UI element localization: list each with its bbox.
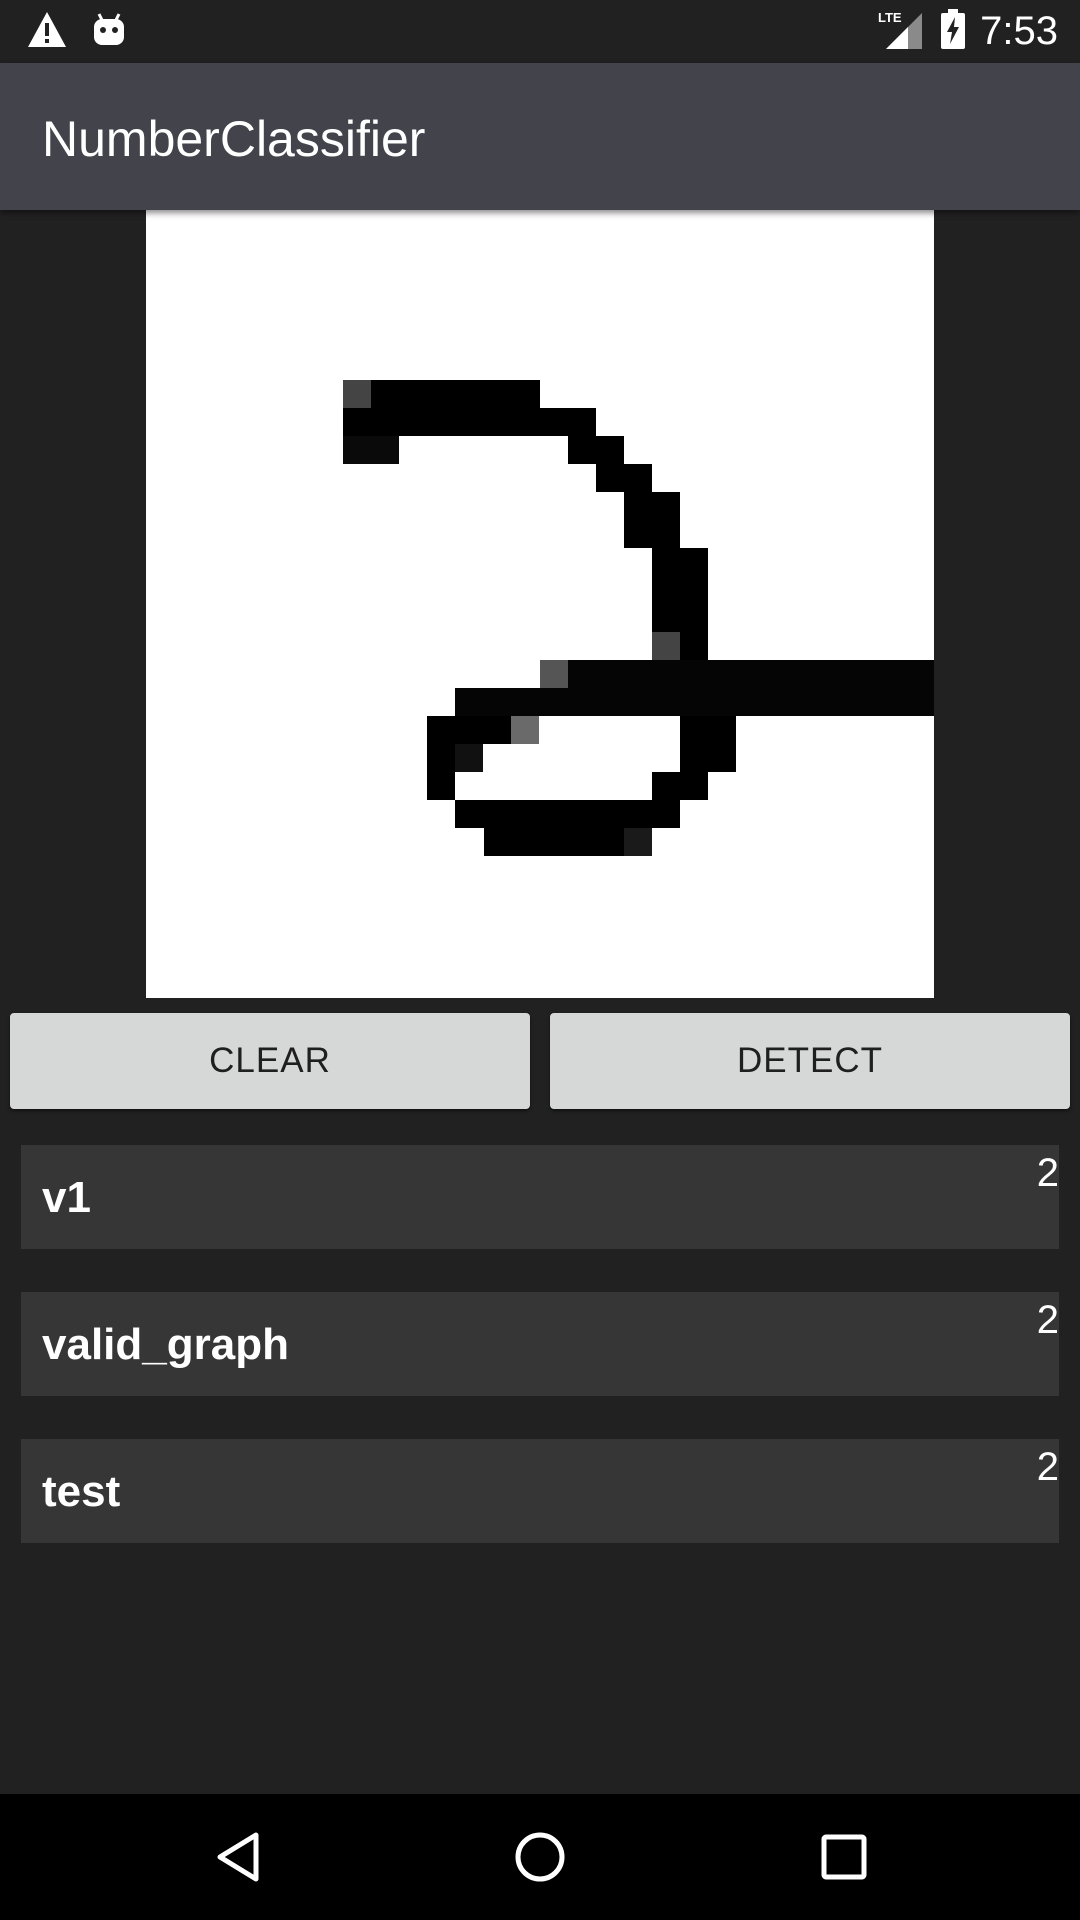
drawing-canvas[interactable] <box>146 210 934 998</box>
handwritten-digit-drawing <box>343 380 934 856</box>
status-bar: LTE 7:53 <box>0 0 1080 63</box>
app-bar: NumberClassifier <box>0 63 1080 210</box>
clear-button[interactable]: CLEAR <box>10 1013 530 1109</box>
action-buttons: CLEAR DETECT <box>10 1013 1070 1109</box>
signal-lte-icon: LTE <box>878 9 926 54</box>
android-icon <box>92 12 126 53</box>
recent-apps-icon[interactable] <box>814 1827 874 1887</box>
back-icon[interactable] <box>210 1827 270 1887</box>
detect-button[interactable]: DETECT <box>550 1013 1070 1109</box>
result-model-name: test <box>42 1467 121 1516</box>
result-model-name: valid_graph <box>42 1320 289 1369</box>
result-prediction: 2 <box>1036 1298 1059 1342</box>
home-icon[interactable] <box>510 1827 570 1887</box>
result-card-valid-graph: valid_graph 2 <box>21 1292 1059 1396</box>
result-prediction: 2 <box>1036 1151 1059 1195</box>
navigation-bar <box>0 1794 1080 1920</box>
result-prediction: 2 <box>1036 1445 1059 1489</box>
warning-icon <box>26 10 68 55</box>
result-card-test: test 2 <box>21 1439 1059 1543</box>
result-card-v1: v1 2 <box>21 1145 1059 1249</box>
results-list: v1 2 valid_graph 2 test 2 <box>21 1145 1059 1586</box>
battery-charging-icon <box>940 9 966 54</box>
result-model-name: v1 <box>42 1173 91 1222</box>
app-title: NumberClassifier <box>42 111 426 167</box>
clock: 7:53 <box>980 9 1058 53</box>
network-type-label: LTE <box>878 10 902 25</box>
